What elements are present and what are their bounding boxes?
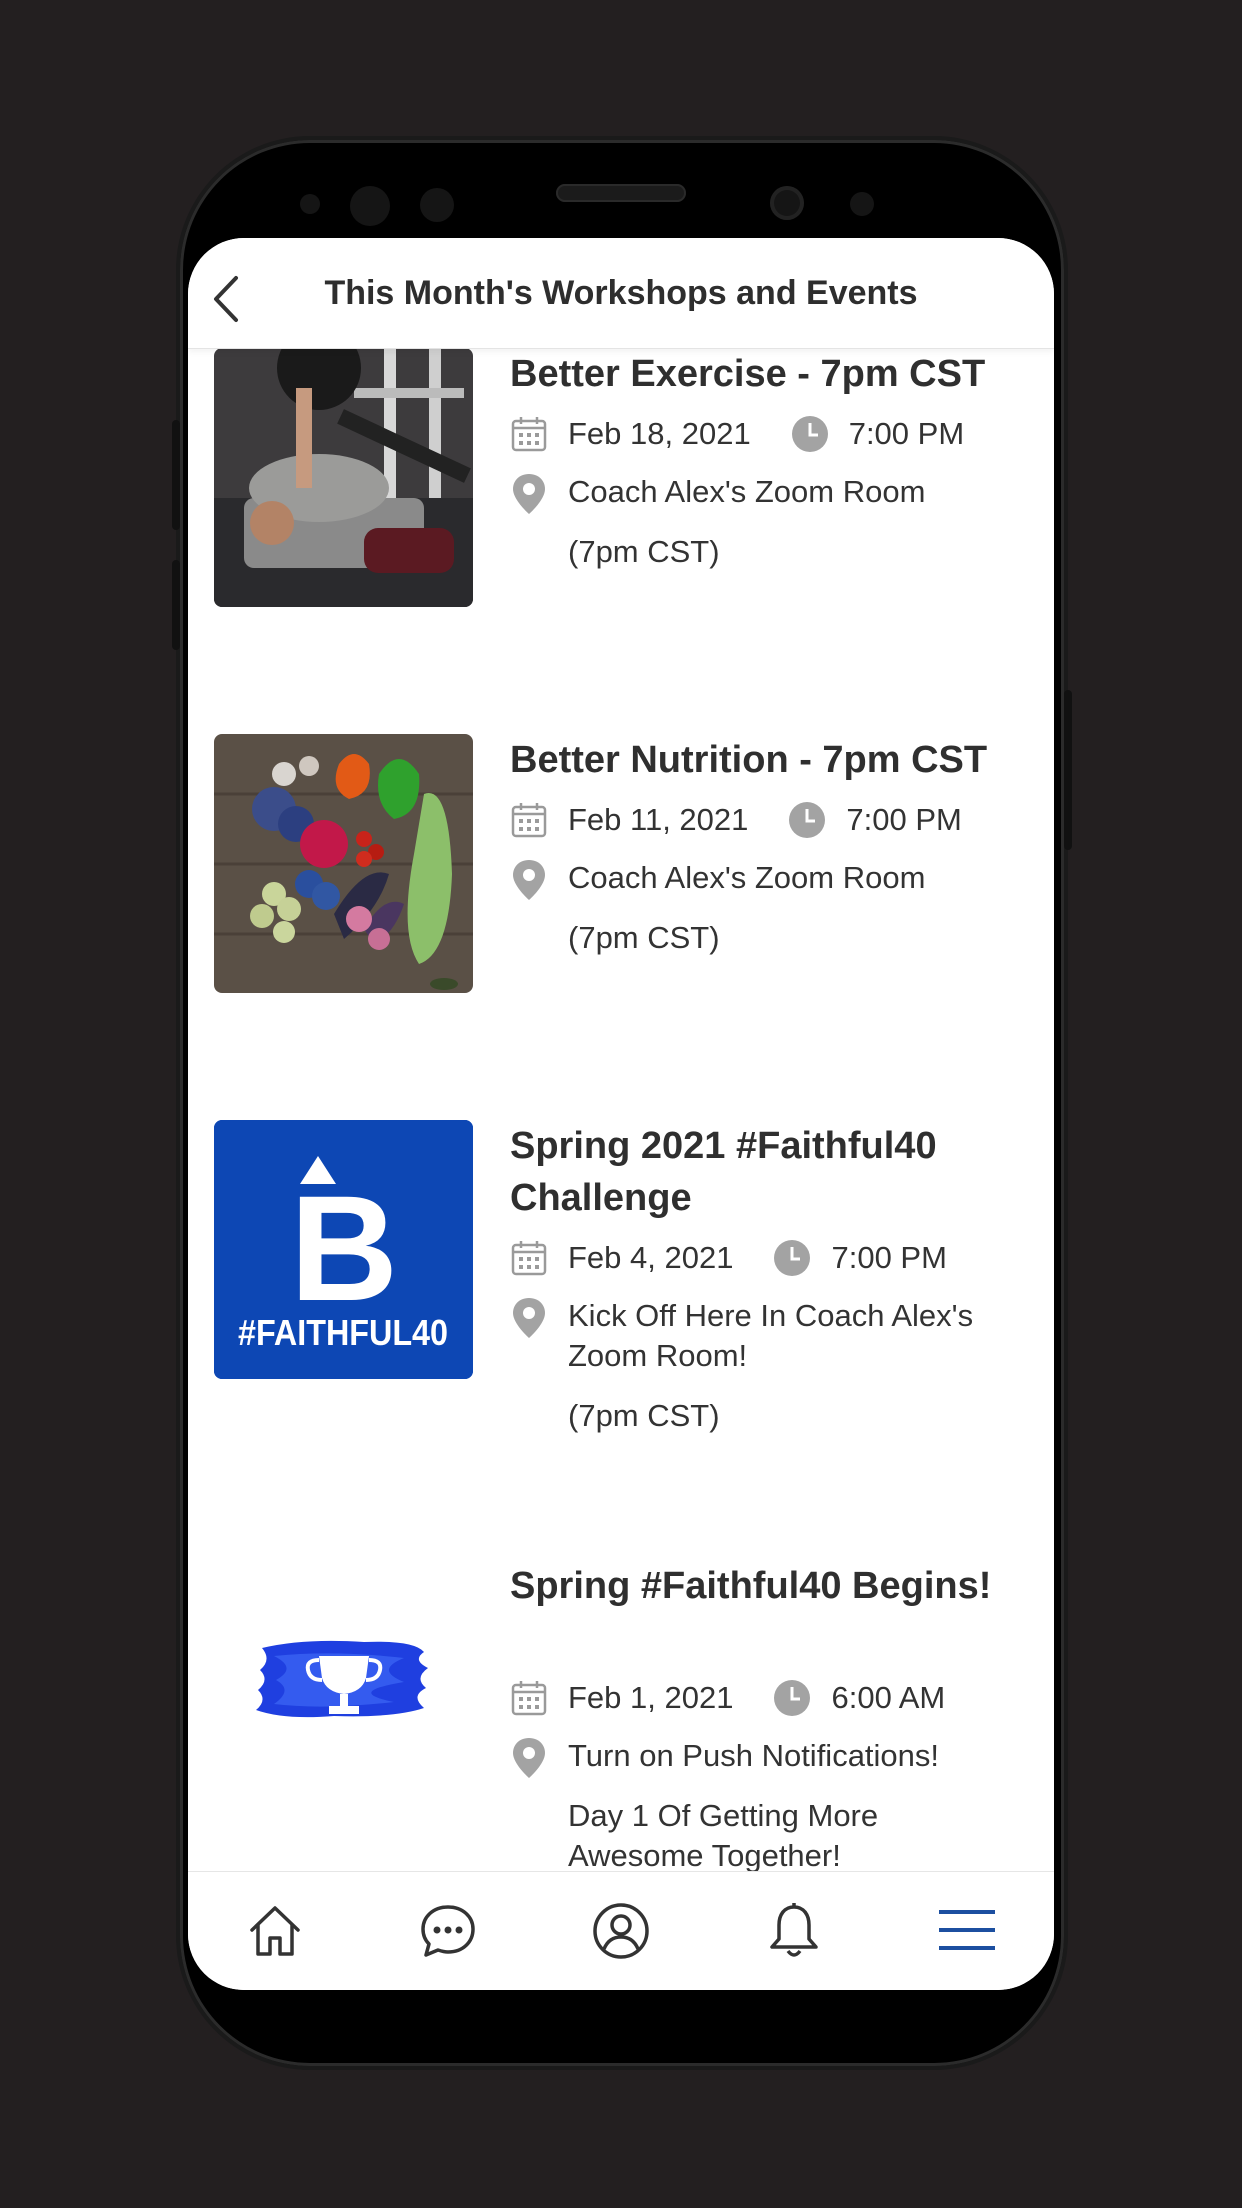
event-time: 7:00 PM [848, 416, 965, 451]
home-icon [249, 1906, 300, 1956]
profile-icon [593, 1903, 649, 1959]
power-button [1064, 690, 1072, 850]
event-date: Feb 4, 2021 [568, 1240, 734, 1275]
sensor-dot [420, 188, 454, 222]
front-camera [770, 186, 804, 220]
event-datetime: Feb 18, 2021 7:00 PM [510, 412, 964, 456]
clock-icon [773, 1679, 811, 1717]
app-screen: This Month's Workshops and Events Better… [188, 238, 1054, 1990]
volume-button [172, 420, 180, 530]
event-note: (7pm CST) [568, 534, 720, 569]
event-thumbnail [214, 1560, 473, 1819]
calendar-icon [510, 1679, 548, 1717]
volume-button-lower [172, 560, 180, 650]
vegetables-photo [214, 734, 473, 993]
location-pin-icon [510, 1736, 548, 1780]
event-time: 7:00 PM [831, 1240, 947, 1275]
event-title: Spring 2021 #Faithful40 Challenge [510, 1125, 937, 1219]
earpiece-speaker [556, 184, 686, 202]
event-time: 6:00 AM [831, 1680, 946, 1715]
nav-messages[interactable] [416, 1899, 480, 1963]
logo-text: #FAITHFUL40 [238, 1312, 448, 1353]
sensor-dot [350, 186, 390, 226]
chat-icon [421, 1905, 475, 1957]
calendar-icon [510, 415, 548, 453]
event-thumbnail: B #FAITHFUL40 [214, 1120, 473, 1379]
bottom-nav [188, 1871, 1054, 1990]
nav-profile[interactable] [589, 1899, 653, 1963]
calendar-icon [510, 1239, 548, 1277]
event-time: 7:00 PM [846, 802, 962, 837]
location-pin-icon [510, 1296, 548, 1340]
nav-notifications[interactable] [762, 1899, 826, 1963]
event-datetime: Feb 4, 2021 7:00 PM [510, 1236, 947, 1280]
nav-home[interactable] [243, 1899, 307, 1963]
calendar-icon [510, 801, 548, 839]
event-date: Feb 1, 2021 [568, 1680, 734, 1715]
location-text: Coach Alex's Zoom Room [568, 474, 926, 509]
bell-icon [770, 1903, 818, 1957]
clock-icon [773, 1239, 811, 1277]
event-list[interactable]: Better Exercise - 7pm CST Feb 18, 2021 7… [188, 348, 1054, 1872]
event-date: Feb 18, 2021 [568, 416, 751, 451]
faithful40-logo: B #FAITHFUL40 [214, 1120, 473, 1379]
event-date: Feb 11, 2021 [568, 802, 749, 837]
location-pin-icon [510, 472, 548, 516]
location-pin-icon [510, 858, 548, 902]
event-datetime: Feb 1, 2021 6:00 AM [510, 1676, 945, 1720]
location-text: Kick Off Here In Coach Alex's Zoom Room! [568, 1298, 974, 1373]
page-title: This Month's Workshops and Events [324, 274, 918, 312]
event-thumbnail [214, 348, 473, 607]
event-datetime: Feb 11, 2021 7:00 PM [510, 798, 962, 842]
event-title: Better Nutrition - 7pm CST [510, 739, 988, 781]
trophy-brush-logo [214, 1560, 473, 1819]
gym-photo [214, 348, 473, 607]
event-title: Better Exercise - 7pm CST [510, 353, 986, 395]
sensor-dot [300, 194, 320, 214]
event-note: (7pm CST) [568, 920, 720, 955]
location-text: Turn on Push Notifications! [568, 1738, 940, 1773]
event-thumbnail [214, 734, 473, 993]
sensor-dot [850, 192, 874, 216]
menu-icon [939, 1910, 996, 1950]
nav-menu[interactable] [935, 1899, 999, 1963]
event-title: Spring #Faithful40 Begins! [510, 1565, 992, 1607]
event-note: (7pm CST) [568, 1398, 720, 1433]
clock-icon [788, 801, 826, 839]
logo-letter: B [290, 1164, 398, 1332]
location-text: Coach Alex's Zoom Room [568, 860, 926, 895]
clock-icon [791, 415, 829, 453]
event-note: Day 1 Of Getting More Awesome Together! [568, 1798, 879, 1872]
top-bar: This Month's Workshops and Events [188, 238, 1054, 349]
